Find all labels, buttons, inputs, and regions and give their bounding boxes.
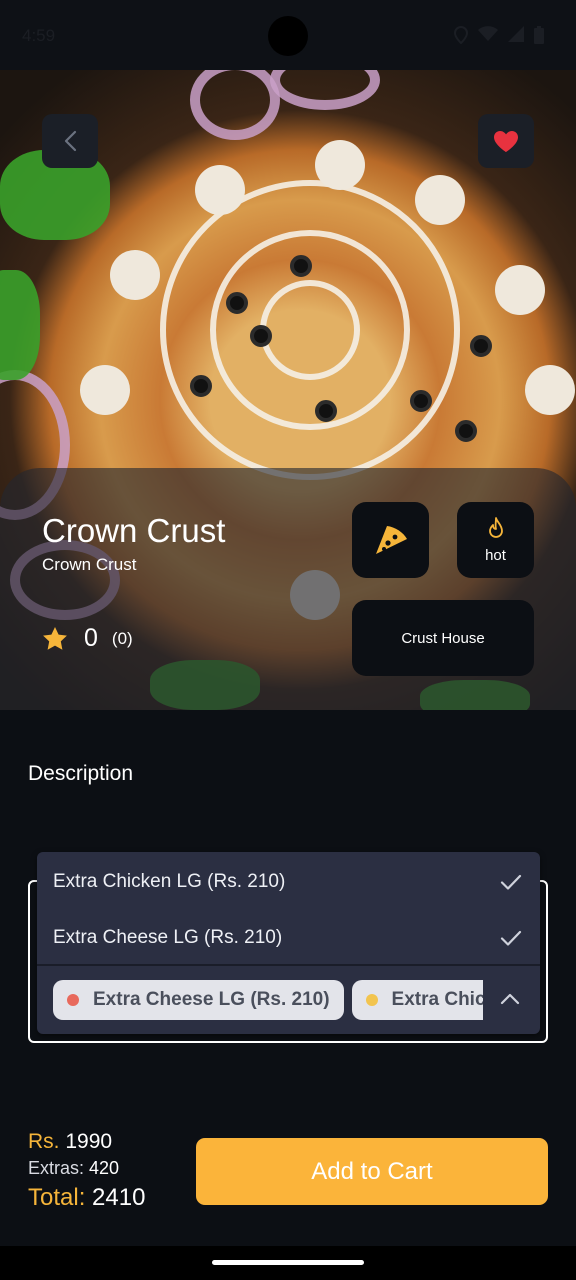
onion-decoration: [270, 70, 380, 110]
category-pizza[interactable]: [352, 502, 429, 578]
olive-topping: [290, 255, 312, 277]
heart-icon: [494, 130, 518, 152]
add-to-cart-button[interactable]: Add to Cart: [196, 1138, 548, 1205]
restaurant-chip[interactable]: Crust House: [352, 600, 534, 676]
olive-topping: [226, 292, 248, 314]
rating-count: (0): [111, 628, 133, 648]
extras-option[interactable]: Extra Cheese LG (Rs. 210): [53, 918, 523, 958]
favorite-button[interactable]: [478, 114, 534, 168]
cheese-dollop: [495, 265, 545, 315]
cheese-dollop: [525, 365, 575, 415]
product-title: Crown Crust: [42, 512, 226, 549]
chip-dot: [365, 994, 378, 1006]
cheese-dollop: [195, 165, 245, 215]
wifi-icon: [478, 26, 498, 41]
cheese-dollop: [110, 250, 160, 300]
selected-extras-chips[interactable]: Extra Cheese LG (Rs. 210) Extra Chicken …: [53, 980, 483, 1020]
signal-icon: [508, 26, 524, 42]
extras-price-label: Extras:: [28, 1158, 85, 1179]
extras-option-label: Extra Cheese LG (Rs. 210): [53, 927, 283, 948]
extras-option[interactable]: Extra Chicken LG (Rs. 210): [53, 862, 523, 902]
extras-dropdown-menu: Extra Chicken LG (Rs. 210) Extra Cheese …: [37, 852, 540, 1034]
status-bar: 4:59: [0, 0, 576, 70]
chip-label: Extra Chicken LG (Rs. 210): [391, 989, 483, 1010]
chevron-left-icon: [64, 130, 77, 152]
spice-level-hot[interactable]: hot: [457, 502, 534, 578]
rating-score: 0: [84, 624, 98, 652]
selected-extra-chip[interactable]: Extra Cheese LG (Rs. 210): [53, 980, 344, 1020]
status-icons: [454, 26, 544, 44]
chip-label: Extra Cheese LG (Rs. 210): [93, 989, 330, 1010]
product-subtitle: Crown Crust: [42, 555, 137, 574]
extras-option-label: Extra Chicken LG (Rs. 210): [53, 871, 286, 892]
restaurant-name: Crust House: [401, 629, 485, 647]
price-summary: Rs. 1990 Extras: 420 Total: 2410: [28, 1128, 145, 1214]
chevron-up-icon[interactable]: [495, 984, 525, 1014]
pizza-slice-icon: [375, 526, 407, 554]
total-label: Total:: [28, 1183, 86, 1211]
home-indicator[interactable]: [212, 1260, 364, 1265]
cheese-dollop: [315, 140, 365, 190]
description-heading: Description: [28, 762, 134, 785]
spice-label: hot: [485, 546, 506, 564]
check-icon: [500, 930, 522, 946]
cheese-dollop: [80, 365, 130, 415]
star-icon: [43, 627, 67, 650]
olive-topping: [470, 335, 492, 357]
total-price: Total: 2410: [28, 1182, 145, 1214]
base-price-value: 1990: [65, 1130, 113, 1153]
sauce-swirl: [260, 280, 360, 380]
battery-icon: [534, 26, 544, 44]
selected-extra-chip[interactable]: Extra Chicken LG (Rs. 210): [351, 980, 483, 1020]
chip-dot: [67, 994, 79, 1006]
location-icon: [454, 26, 468, 44]
olive-topping: [410, 390, 432, 412]
total-value: 2410: [92, 1183, 146, 1211]
rating: 0 (0): [42, 624, 133, 653]
olive-topping: [190, 375, 212, 397]
cheese-dollop: [415, 175, 465, 225]
extras-price-value: 420: [89, 1158, 120, 1179]
base-price: Rs. 1990: [28, 1128, 145, 1156]
extras-price: Extras: 420: [28, 1156, 145, 1181]
camera-cutout: [268, 16, 308, 56]
check-icon: [500, 874, 522, 890]
menu-divider: [37, 964, 540, 966]
olive-topping: [455, 420, 477, 442]
back-button[interactable]: [42, 114, 98, 168]
onion-decoration: [190, 70, 280, 140]
flame-icon: [488, 516, 503, 538]
olive-topping: [315, 400, 337, 422]
currency-label: Rs.: [28, 1130, 60, 1153]
olive-topping: [250, 325, 272, 347]
status-time: 4:59: [22, 26, 56, 45]
pepper-decoration: [0, 270, 40, 380]
